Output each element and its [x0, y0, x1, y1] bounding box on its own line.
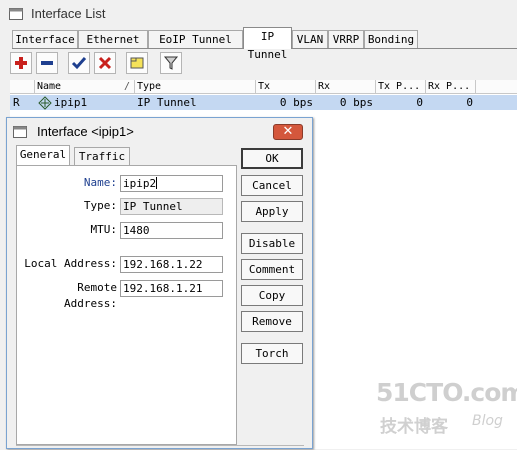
name-field[interactable]: ipip2 [120, 175, 223, 192]
text-caret [156, 177, 158, 189]
remove-button[interactable] [36, 52, 58, 74]
comment-button[interactable] [126, 52, 148, 74]
apply-button[interactable]: Apply [241, 201, 303, 222]
watermark-main: 51CTO.com [376, 378, 517, 407]
local-address-field[interactable]: 192.168.1.22 [120, 256, 223, 273]
tab-traffic[interactable]: Traffic [74, 147, 130, 165]
tab-vlan[interactable]: VLAN [292, 30, 328, 48]
tab-ip-tunnel[interactable]: IP Tunnel [243, 27, 292, 61]
name-value: ipip2 [123, 177, 157, 190]
column-header-extra [476, 80, 517, 94]
torch-button[interactable]: Torch [241, 343, 303, 364]
mtu-label: MTU: [90, 223, 118, 236]
row-rx-packets: 0 [466, 96, 473, 109]
name-label: Name: [83, 176, 117, 189]
row-flag: R [13, 96, 20, 109]
plus-icon [15, 57, 27, 69]
row-type: IP Tunnel [137, 96, 197, 109]
window-titlebar: Interface List [0, 0, 517, 28]
window-title: Interface List [31, 6, 106, 21]
row-rx: 0 bps [339, 96, 373, 109]
general-panel: Name: ipip2 Type: IP Tunnel MTU: 1480 Lo… [16, 165, 237, 445]
type-field: IP Tunnel [120, 198, 223, 215]
add-button[interactable] [10, 52, 32, 74]
column-header-type[interactable]: Type [135, 80, 256, 94]
interface-dialog: Interface <ipip1> ✕ General Traffic Name… [6, 117, 313, 449]
interface-table: Name / Type Tx Rx Tx P... Rx P... R ipip… [10, 80, 517, 114]
window-icon [13, 126, 27, 138]
watermark-sub: 技术博客 [380, 417, 448, 437]
tab-general[interactable]: General [16, 145, 70, 165]
type-label: Type: [83, 199, 117, 212]
row-tx-packets: 0 [416, 96, 423, 109]
watermark-blog: Blog [472, 413, 503, 429]
column-header-flag [10, 80, 35, 94]
column-header-name[interactable]: Name / [35, 80, 135, 94]
tab-bonding[interactable]: Bonding [364, 30, 418, 48]
enable-button[interactable] [68, 52, 90, 74]
column-header-tx[interactable]: Tx [256, 80, 316, 94]
copy-button[interactable]: Copy [241, 285, 303, 306]
local-address-label: Local Address: [24, 257, 117, 270]
column-header-tx-packets[interactable]: Tx P... [376, 80, 426, 94]
close-button[interactable]: ✕ [273, 124, 303, 140]
column-header-rx[interactable]: Rx [316, 80, 376, 94]
minus-icon [41, 61, 53, 65]
cancel-button[interactable]: Cancel [241, 175, 303, 196]
watermark: 51CTO.com 技术博客 Blog [376, 378, 517, 437]
filter-button[interactable] [160, 52, 182, 74]
disable-button[interactable] [94, 52, 116, 74]
column-header-name-label: Name [37, 81, 62, 92]
window-icon [9, 8, 23, 20]
tab-ethernet[interactable]: Ethernet [78, 30, 148, 48]
tunnel-icon [38, 95, 52, 110]
remove-button[interactable]: Remove [241, 311, 303, 332]
row-tx: 0 bps [279, 96, 313, 109]
sort-indicator-icon: / [123, 81, 130, 92]
check-icon [71, 57, 87, 70]
close-icon: ✕ [282, 124, 294, 139]
dialog-statusbar [16, 445, 304, 450]
filter-icon [163, 56, 179, 70]
column-header-rx-packets[interactable]: Rx P... [426, 80, 476, 94]
disable-button[interactable]: Disable [241, 233, 303, 254]
row-name: ipip1 [54, 96, 88, 109]
tab-eoip-tunnel[interactable]: EoIP Tunnel [148, 30, 243, 48]
tab-interface[interactable]: Interface [12, 30, 78, 48]
mtu-field[interactable]: 1480 [120, 222, 223, 239]
remote-address-label: Remote Address: [64, 281, 117, 310]
ok-button[interactable]: OK [241, 148, 303, 169]
remote-address-field[interactable]: 192.168.1.21 [120, 280, 223, 297]
cross-icon [98, 56, 112, 70]
table-row[interactable]: R ipip1 IP Tunnel 0 bps 0 bps 0 0 [10, 95, 517, 110]
tab-vrrp[interactable]: VRRP [328, 30, 364, 48]
dialog-title: Interface <ipip1> [37, 124, 134, 139]
dialog-titlebar[interactable]: Interface <ipip1> ✕ [7, 118, 312, 144]
comment-icon [130, 57, 144, 69]
comment-button[interactable]: Comment [241, 259, 303, 280]
